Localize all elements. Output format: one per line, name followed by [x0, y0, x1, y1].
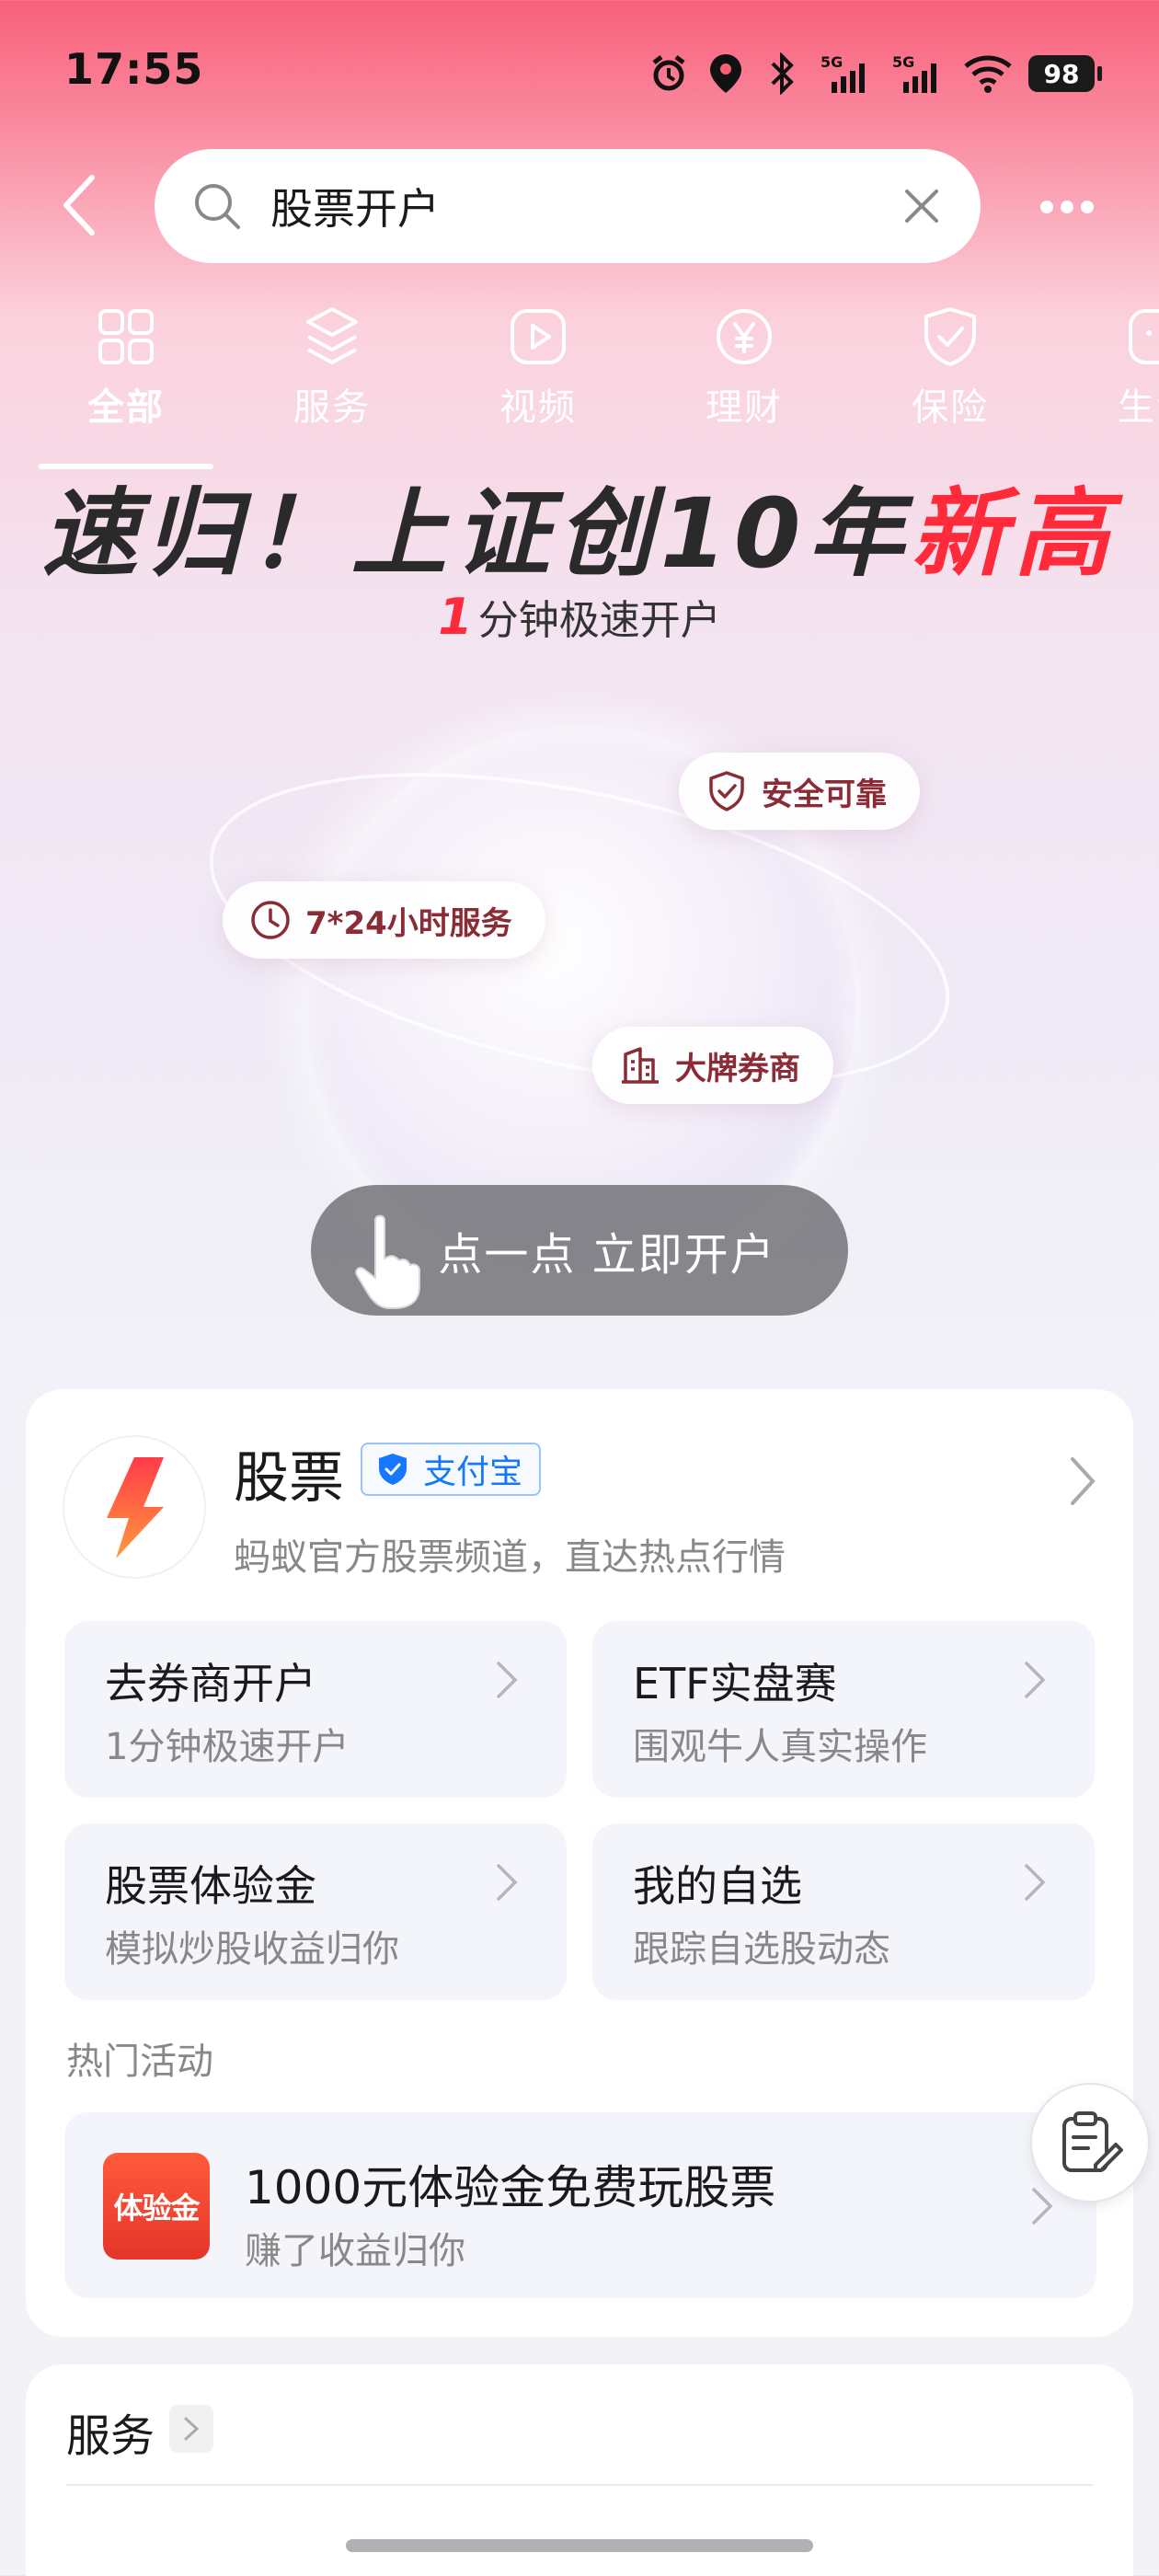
tile-trial-fund[interactable]: 股票体验金 模拟炒股收益归你	[64, 1823, 567, 2000]
tab-label: 视频	[499, 386, 577, 429]
tab-label: 服务	[293, 386, 371, 429]
life-icon	[1129, 309, 1159, 364]
layers-icon	[306, 307, 358, 364]
tab-all[interactable]: 全部	[34, 304, 218, 431]
tile-open-broker[interactable]: 去券商开户 1分钟极速开户	[64, 1621, 567, 1798]
chevron-right-icon	[497, 1662, 518, 1698]
chevron-right-icon	[1025, 1864, 1046, 1901]
activity-logo: 体验金	[103, 2153, 210, 2260]
hero-title: 速归！上证创10年新高	[0, 455, 1159, 594]
yen-icon	[717, 309, 772, 364]
location-icon	[705, 52, 747, 95]
stock-description: 蚂蚁官方股票频道，直达热点行情	[234, 1536, 786, 1579]
chevron-right-icon	[184, 2417, 200, 2441]
activity-title: 1000元体验金免费玩股票	[245, 2161, 776, 2214]
tile-subtitle: 跟踪自选股动态	[633, 1928, 890, 1971]
feature-pill-broker: 大牌券商	[592, 1027, 833, 1104]
activity-trial-fund[interactable]: 体验金 1000元体验金免费玩股票 赚了收益归你	[64, 2112, 1096, 2298]
tile-title: 股票体验金	[105, 1861, 316, 1911]
more-button[interactable]	[1030, 179, 1104, 235]
tile-subtitle: 模拟炒股收益归你	[105, 1928, 399, 1971]
feature-label: 7*24小时服务	[305, 904, 512, 942]
signal-5g-icon-2: 5G	[890, 52, 947, 95]
category-tabs: 全部 服务 视频 理财 保险 生活	[0, 304, 1159, 478]
tile-subtitle: 1分钟极速开户	[105, 1726, 350, 1768]
building-icon	[622, 1047, 659, 1084]
official-badge: 支付宝	[361, 1443, 542, 1496]
tab-label: 理财	[706, 386, 783, 429]
tab-label: 生活	[1118, 386, 1159, 429]
back-button[interactable]	[52, 173, 107, 237]
tab-label: 保险	[912, 386, 989, 429]
hero-title-prefix: 速归！上证创10年	[41, 477, 912, 590]
stock-logo	[64, 1437, 204, 1577]
divider	[66, 2484, 1093, 2486]
home-indicator[interactable]	[346, 2539, 813, 2552]
verified-shield-icon	[379, 1454, 407, 1485]
chevron-right-icon	[1032, 2188, 1053, 2225]
bluetooth-icon	[762, 52, 804, 95]
battery-indicator: 98	[1028, 55, 1102, 92]
hand-pointer-icon	[355, 1214, 420, 1309]
search-icon	[195, 184, 240, 229]
lightning-logo-icon	[107, 1457, 164, 1558]
chevron-left-icon	[63, 175, 95, 236]
services-more-button[interactable]	[169, 2405, 213, 2453]
tile-etf-contest[interactable]: ETF实盘赛 围观牛人真实操作	[592, 1621, 1095, 1798]
grid-icon	[98, 309, 154, 364]
feature-pill-service: 7*24小时服务	[223, 881, 545, 959]
chevron-right-icon[interactable]	[1063, 1454, 1100, 1509]
search-query: 股票开户	[270, 184, 440, 234]
clear-icon[interactable]	[900, 184, 944, 228]
tile-watchlist[interactable]: 我的自选 跟踪自选股动态	[592, 1823, 1095, 2000]
shield-check-icon	[709, 771, 744, 811]
hero-subtitle: 1 分钟极速开户	[0, 587, 1159, 646]
services-title[interactable]: 服务	[66, 2399, 155, 2464]
open-account-label: 点一点 立即开户	[438, 1229, 776, 1281]
open-account-button[interactable]: 点一点 立即开户	[311, 1185, 848, 1316]
signal-5g-icon: 5G	[819, 52, 876, 95]
clipboard-edit-icon	[1062, 2111, 1123, 2172]
hero-title-highlight: 新高	[911, 477, 1118, 590]
status-icons: 5G 5G 98	[648, 46, 1102, 101]
alarm-icon	[648, 52, 690, 95]
tab-life[interactable]: 生活	[1064, 304, 1159, 431]
feature-label: 安全可靠	[762, 776, 887, 813]
svg-text:5G: 5G	[892, 53, 914, 71]
clock-icon	[251, 901, 290, 939]
stock-title: 股票	[234, 1446, 344, 1511]
hot-activities-label: 热门活动	[66, 2041, 213, 2083]
chevron-right-icon	[1025, 1662, 1046, 1698]
chevron-right-icon	[497, 1864, 518, 1901]
status-bar: 17:55 5G 5G 98	[0, 0, 1159, 147]
hero-subtitle-number: 1	[438, 588, 473, 646]
tile-title: ETF实盘赛	[633, 1659, 837, 1708]
stock-card: 股票 支付宝 蚂蚁官方股票频道，直达热点行情 去券商开户 1分钟极速开户 ETF…	[26, 1389, 1133, 2337]
shield-check-icon	[924, 307, 976, 366]
tile-subtitle: 围观牛人真实操作	[633, 1726, 927, 1768]
badge-label: 支付宝	[423, 1454, 523, 1491]
tab-finance[interactable]: 理财	[652, 304, 836, 431]
tile-title: 我的自选	[633, 1861, 802, 1911]
feature-pill-secure: 安全可靠	[679, 753, 920, 830]
tab-video[interactable]: 视频	[446, 304, 630, 431]
status-time: 17:55	[64, 44, 204, 94]
tab-insurance[interactable]: 保险	[858, 304, 1042, 431]
tab-label: 全部	[87, 386, 165, 429]
tab-services[interactable]: 服务	[240, 304, 424, 431]
svg-text:5G: 5G	[820, 53, 843, 71]
tile-title: 去券商开户	[105, 1659, 316, 1708]
floating-feedback-button[interactable]	[1030, 2083, 1150, 2202]
play-icon	[511, 309, 566, 364]
feature-label: 大牌券商	[675, 1050, 800, 1087]
search-input[interactable]: 股票开户	[155, 149, 981, 263]
more-dots-icon	[1040, 201, 1094, 213]
activity-subtitle: 赚了收益归你	[245, 2230, 465, 2272]
wifi-icon	[962, 52, 1014, 95]
hero-subtitle-text: 分钟极速开户	[477, 597, 721, 644]
